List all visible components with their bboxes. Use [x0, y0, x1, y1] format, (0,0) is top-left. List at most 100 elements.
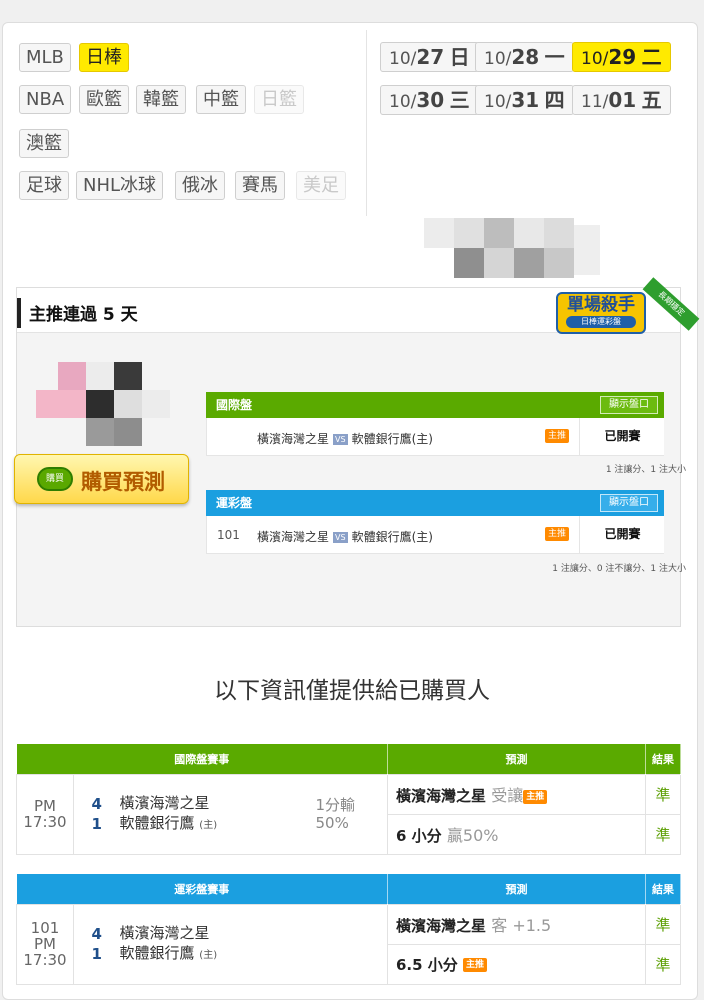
sport-tab-japan-basketball: 日籃 [254, 85, 304, 114]
home-score: 1 [91, 815, 102, 833]
game-time-cell: 101 PM 17:30 [16, 903, 74, 985]
sport-game-number: 101 [217, 528, 240, 542]
teams-cell: 橫濱海灣之星 軟體銀行鷹 (主) [119, 903, 316, 985]
sport-tab-soccer[interactable]: 足球 [19, 171, 69, 200]
table-row: PM 17:30 41 橫濱海灣之星 軟體銀行鷹 (主) 1分輸 50% 橫濱海灣之… [16, 773, 681, 855]
intl-market: 國際盤 顯示盤口 橫濱海灣之星 VS 軟體銀行鷹(主) 主推 已開賽 [206, 392, 664, 456]
buy-prediction-label: 購買預測 [81, 470, 165, 494]
odds-cell: 1分輸 50% [315, 773, 388, 855]
home-score: 1 [91, 945, 102, 963]
sport-tab-horse-racing[interactable]: 賽馬 [235, 171, 285, 200]
prediction-main: 橫濱海灣之星 [396, 917, 487, 935]
date-day: 29 [608, 45, 637, 69]
result-cell: 準 [645, 813, 681, 855]
date-weekday: 一 [544, 45, 565, 69]
date-1027[interactable]: 10/27 日 [380, 42, 479, 72]
prediction-sub: 受讓 [491, 786, 524, 805]
date-day: 31 [511, 88, 540, 112]
odds-cell [315, 903, 388, 985]
intl-result-table: 國際盤賽事 預測 結果 PM 17:30 41 橫濱海灣之星 軟體銀行鷹 (主) … [16, 744, 681, 855]
table-row: 101 PM 17:30 41 橫濱海灣之星 軟體銀行鷹 (主) 橫濱海灣之星 客 … [16, 903, 681, 985]
prediction-sub: 客 +1.5 [491, 916, 552, 935]
sport-result-header: 結果 [645, 874, 681, 904]
away-team: 橫濱海灣之星 [119, 923, 210, 942]
prediction-main: 6.5 小分 [396, 955, 458, 974]
odds-percent: 50% [315, 814, 349, 832]
intl-event-header: 國際盤賽事 [16, 744, 388, 774]
sport-main-tag: 主推 [545, 527, 570, 541]
intl-bet-note: 1 注讓分、1 注大小 [605, 465, 686, 475]
intl-pred-header: 預測 [387, 744, 646, 774]
away-score: 4 [91, 925, 102, 943]
date-month: 10/ [484, 49, 512, 69]
prediction-cell: 橫濱海灣之星 受讓 主推 [387, 773, 646, 815]
sport-tab-nba[interactable]: NBA [19, 85, 72, 114]
date-day: 28 [511, 45, 540, 69]
intl-show-odds-button[interactable]: 顯示盤口 [600, 396, 658, 414]
home-team: 軟體銀行鷹 [119, 813, 195, 832]
sport-result-table: 運彩盤賽事 預測 結果 101 PM 17:30 41 橫濱海灣之星 軟體銀行鷹 (… [16, 874, 681, 985]
date-1101[interactable]: 11/01 五 [572, 85, 671, 115]
main-pick-tag: 主推 [463, 958, 488, 972]
home-mark: (主) [199, 949, 218, 961]
sport-tab-aus-basketball[interactable]: 澳籃 [19, 129, 69, 158]
score-cell: 41 [73, 773, 120, 855]
away-team: 橫濱海灣之星 [119, 793, 210, 812]
buy-icon: 購買 [37, 467, 73, 491]
sport-tab-russia-hockey[interactable]: 俄冰 [175, 171, 225, 200]
sport-tab-euro-basketball[interactable]: 歐籃 [79, 85, 129, 114]
intl-market-header: 國際盤 顯示盤口 [206, 392, 664, 418]
sport-market: 運彩盤 顯示盤口 101 橫濱海灣之星 VS 軟體銀行鷹(主) 主推 已開賽 [206, 490, 664, 554]
sport-tab-china-basketball[interactable]: 中籃 [196, 85, 246, 114]
intl-market-row: 橫濱海灣之星 VS 軟體銀行鷹(主) 主推 已開賽 [206, 418, 664, 456]
table-header-row: 運彩盤賽事 預測 結果 [16, 874, 681, 904]
vs-icon: VS [333, 434, 348, 445]
panel-header-bar [17, 298, 21, 328]
tabs-divider [366, 30, 367, 216]
date-month: 10/ [389, 92, 417, 112]
teams-cell: 橫濱海灣之星 軟體銀行鷹 (主) [119, 773, 316, 855]
game-number: 101 [30, 919, 60, 937]
intl-result-header: 結果 [645, 744, 681, 774]
sport-market-row: 101 橫濱海灣之星 VS 軟體銀行鷹(主) 主推 已開賽 [206, 516, 664, 554]
badge-subtitle: 日棒運彩盤 [566, 316, 636, 328]
sport-tab-korea-basketball[interactable]: 韓籃 [136, 85, 186, 114]
sport-tab-nhl[interactable]: NHL冰球 [76, 171, 164, 200]
odds-result: 1分輸 [315, 796, 356, 814]
date-weekday: 四 [544, 88, 565, 112]
sport-tab-mlb[interactable]: MLB [19, 43, 71, 72]
sport-bet-note: 1 注讓分、0 注不讓分、1 注大小 [552, 564, 686, 574]
game-time: PM 17:30 [23, 797, 67, 831]
single-killer-badge: 單場殺手 日棒運彩盤 [556, 292, 646, 334]
result-cell: 準 [645, 943, 681, 985]
main-pick-tag: 主推 [523, 789, 548, 804]
sport-show-odds-button[interactable]: 顯示盤口 [600, 494, 658, 512]
buy-prediction-button[interactable]: 購買 購買預測 [14, 454, 189, 504]
intl-status: 已開賽 [579, 418, 665, 455]
panel-title: 主推連過 5 天 [29, 305, 138, 325]
date-month: 10/ [484, 92, 512, 112]
prediction-cell: 6 小分 贏50% [387, 813, 646, 855]
date-weekday: 三 [449, 88, 470, 112]
game-time: PM 17:30 [23, 935, 67, 969]
vs-icon: VS [333, 532, 348, 543]
date-1028[interactable]: 10/28 一 [475, 42, 574, 72]
date-day: 01 [608, 88, 637, 112]
date-day: 27 [416, 45, 445, 69]
date-weekday: 五 [641, 88, 662, 112]
date-1031[interactable]: 10/31 四 [475, 85, 574, 115]
prediction-main: 6 小分 [396, 827, 442, 845]
date-month: 11/ [581, 92, 609, 112]
intl-away-team: 橫濱海灣之星 [257, 432, 330, 446]
sport-tab-npb[interactable]: 日棒 [79, 43, 129, 72]
intl-main-tag: 主推 [545, 429, 570, 443]
intl-market-title: 國際盤 [216, 398, 253, 412]
intl-teams: 橫濱海灣之星 VS 軟體銀行鷹(主) [257, 430, 433, 447]
date-day: 30 [416, 88, 445, 112]
sport-pred-header: 預測 [387, 874, 646, 904]
date-1029[interactable]: 10/29 二 [572, 42, 671, 72]
prediction-cell: 6.5 小分 主推 [387, 943, 646, 985]
table-header-row: 國際盤賽事 預測 結果 [16, 744, 681, 774]
date-1030[interactable]: 10/30 三 [380, 85, 479, 115]
score-cell: 41 [73, 903, 120, 985]
